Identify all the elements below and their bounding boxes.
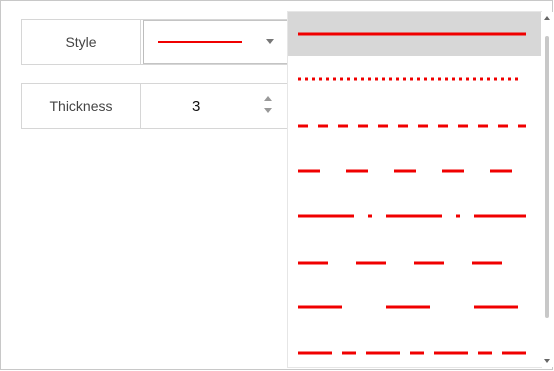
style-dropdown-list	[288, 12, 541, 367]
thickness-input[interactable]: 3	[192, 84, 232, 128]
style-option-dashed[interactable]	[288, 101, 541, 145]
selected-style-swatch	[158, 41, 242, 43]
scroll-up-icon[interactable]	[544, 16, 550, 20]
spin-down-icon[interactable]	[264, 108, 272, 113]
thickness-row: Thickness 3	[21, 83, 296, 129]
style-option-long-dash-dash[interactable]	[288, 330, 541, 367]
style-option-medium-dash[interactable]	[288, 239, 541, 283]
thickness-stepper[interactable]	[263, 96, 273, 116]
style-label: Style	[22, 20, 141, 64]
style-option-dotted[interactable]	[288, 56, 541, 100]
style-option-dash-dot[interactable]	[288, 192, 541, 236]
style-option-long-dash[interactable]	[288, 147, 541, 191]
thickness-label: Thickness	[22, 84, 141, 128]
spin-up-icon[interactable]	[264, 96, 272, 101]
scroll-down-icon[interactable]	[544, 359, 550, 363]
style-dropdown[interactable]	[143, 20, 295, 64]
dropdown-scrollbar[interactable]	[541, 12, 553, 367]
style-option-solid[interactable]	[288, 12, 541, 56]
scroll-thumb[interactable]	[545, 36, 549, 318]
style-option-long-dash-wide[interactable]	[288, 284, 541, 328]
chevron-down-icon[interactable]	[266, 39, 274, 44]
style-row: Style	[21, 19, 296, 65]
